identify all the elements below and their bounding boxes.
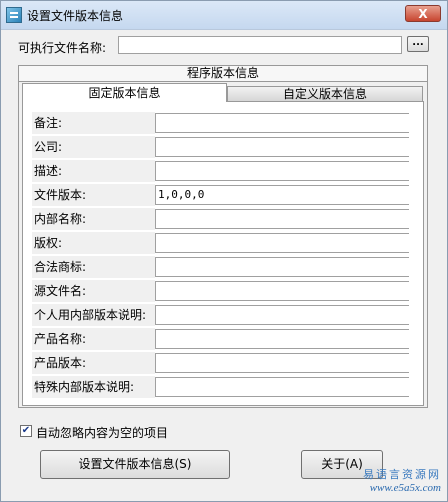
special-build-input[interactable] — [155, 377, 409, 397]
auto-ignore-label: 自动忽略内容为空的项目 — [36, 426, 169, 440]
field-row-internal-name: 内部名称: — [32, 208, 422, 230]
field-row-file-version: 文件版本: 1,0,0,0 — [32, 184, 422, 206]
copyright-label: 版权: — [32, 232, 155, 254]
file-version-input[interactable]: 1,0,0,0 — [155, 185, 409, 205]
field-row-private-build: 个人用内部版本说明: — [32, 304, 422, 326]
company-label: 公司: — [32, 136, 155, 158]
private-build-label: 个人用内部版本说明: — [32, 304, 155, 326]
field-row-description: 描述: — [32, 160, 422, 182]
special-build-label: 特殊内部版本说明: — [32, 376, 155, 398]
set-version-button[interactable]: 设置文件版本信息(S) — [40, 450, 230, 479]
internal-name-label: 内部名称: — [32, 208, 155, 230]
watermark-title: 易语言资源网 — [363, 468, 441, 481]
product-name-input[interactable] — [155, 329, 409, 349]
exe-path-input[interactable] — [118, 36, 402, 54]
tab-fixed-version[interactable]: 固定版本信息 — [22, 83, 227, 102]
remark-input[interactable] — [155, 113, 409, 133]
field-row-company: 公司: — [32, 136, 422, 158]
window-title: 设置文件版本信息 — [27, 9, 124, 23]
auto-ignore-checkbox[interactable]: ✔ — [20, 425, 32, 437]
program-version-group: 程序版本信息 固定版本信息 自定义版本信息 备注: 公司: 描述: 文件版本: … — [18, 65, 428, 408]
checkmark-icon: ✔ — [21, 425, 31, 436]
fixed-version-page: 备注: 公司: 描述: 文件版本: 1,0,0,0 内部名称: 版权: 合法商标… — [22, 101, 424, 406]
original-filename-label: 源文件名: — [32, 280, 155, 302]
field-row-remark: 备注: — [32, 112, 422, 134]
field-row-copyright: 版权: — [32, 232, 422, 254]
file-version-label: 文件版本: — [32, 184, 155, 206]
tab-custom-version[interactable]: 自定义版本信息 — [227, 86, 423, 102]
original-filename-input[interactable] — [155, 281, 409, 301]
field-row-trademark: 合法商标: — [32, 256, 422, 278]
description-label: 描述: — [32, 160, 155, 182]
remark-label: 备注: — [32, 112, 155, 134]
product-name-label: 产品名称: — [32, 328, 155, 350]
private-build-input[interactable] — [155, 305, 409, 325]
field-row-special-build: 特殊内部版本说明: — [32, 376, 422, 398]
internal-name-input[interactable] — [155, 209, 409, 229]
watermark: 易语言资源网 www.e5a5x.com — [321, 466, 441, 494]
ellipsis-icon: ... — [412, 37, 424, 48]
copyright-input[interactable] — [155, 233, 409, 253]
description-input[interactable] — [155, 161, 409, 181]
app-icon — [6, 7, 22, 23]
close-icon: X — [418, 7, 428, 21]
watermark-url: www.e5a5x.com — [369, 482, 441, 494]
tab-program-version[interactable]: 程序版本信息 — [19, 66, 427, 82]
browse-button[interactable]: ... — [407, 36, 429, 52]
product-version-input[interactable] — [155, 353, 409, 373]
field-row-product-version: 产品版本: — [32, 352, 422, 374]
product-version-label: 产品版本: — [32, 352, 155, 374]
company-input[interactable] — [155, 137, 409, 157]
exe-label: 可执行文件名称: — [18, 41, 107, 55]
close-button[interactable]: X — [405, 5, 441, 22]
title-bar[interactable]: 设置文件版本信息 X — [1, 1, 447, 30]
trademark-input[interactable] — [155, 257, 409, 277]
trademark-label: 合法商标: — [32, 256, 155, 278]
field-row-original-filename: 源文件名: — [32, 280, 422, 302]
main-window: 设置文件版本信息 X 可执行文件名称: ... 程序版本信息 固定版本信息 自定… — [0, 0, 448, 502]
field-row-product-name: 产品名称: — [32, 328, 422, 350]
